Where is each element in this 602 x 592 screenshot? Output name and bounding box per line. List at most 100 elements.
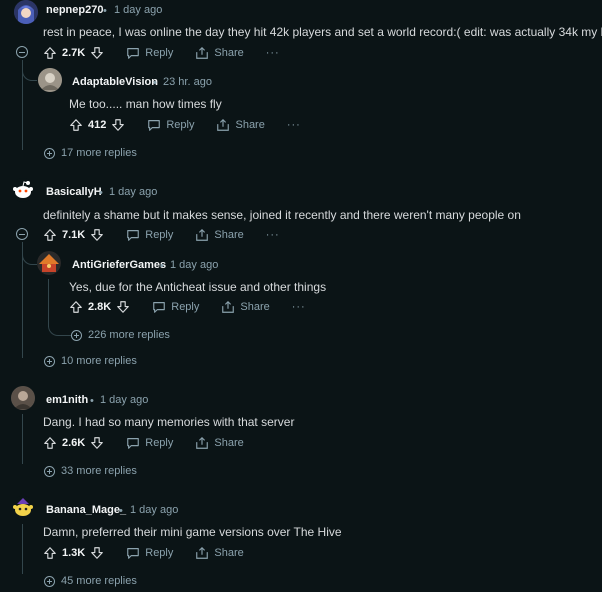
share-label: Share xyxy=(235,119,265,131)
more-options-icon: ··· xyxy=(265,47,280,59)
reply-connector xyxy=(22,242,37,265)
comment-actions: 2.6K Reply Share xyxy=(43,435,244,451)
share-button[interactable]: Share xyxy=(221,300,270,314)
reply-button[interactable]: Reply xyxy=(126,46,173,60)
reply-button[interactable]: Reply xyxy=(152,300,199,314)
comment-text: Dang. I had so many memories with that s… xyxy=(43,415,295,429)
more-replies-link[interactable]: 17 more replies xyxy=(44,147,137,159)
comment-text: Me too..... man how times fly xyxy=(69,97,222,111)
more-options-icon: ··· xyxy=(291,301,306,313)
more-options-button[interactable]: ··· xyxy=(287,119,301,131)
comment-author[interactable]: Banana_Mage_ xyxy=(46,504,126,516)
comment-text: Damn, preferred their mini game versions… xyxy=(43,525,342,539)
more-replies-link[interactable]: 45 more replies xyxy=(44,575,137,587)
vote-group: 2.8K xyxy=(69,300,130,314)
comment-actions: 1.3K Reply Share xyxy=(43,545,244,561)
avatar[interactable] xyxy=(11,496,35,520)
vote-group: 2.7K xyxy=(43,46,104,60)
vote-group: 412 xyxy=(69,118,125,132)
share-button[interactable]: Share xyxy=(195,546,244,560)
avatar[interactable] xyxy=(11,386,35,410)
expand-icon xyxy=(44,575,55,587)
comment-author[interactable]: BasicallyH xyxy=(46,186,102,198)
reply-icon xyxy=(147,118,161,132)
downvote-icon[interactable] xyxy=(90,228,104,242)
separator-dot: • xyxy=(103,5,107,17)
vote-count: 2.6K xyxy=(62,437,86,449)
share-label: Share xyxy=(214,229,244,241)
vote-count: 2.7K xyxy=(62,47,86,59)
share-button[interactable]: Share xyxy=(195,46,244,60)
separator-dot: • xyxy=(119,505,123,517)
downvote-icon[interactable] xyxy=(90,46,104,60)
vote-count: 2.8K xyxy=(88,301,112,313)
comment-timestamp: 1 day ago xyxy=(170,259,219,271)
comment-actions: 2.8K Reply Share ··· xyxy=(69,299,306,315)
collapse-thread-button[interactable] xyxy=(16,46,28,58)
collapse-thread-button[interactable] xyxy=(16,228,28,240)
downvote-icon[interactable] xyxy=(116,300,130,314)
reply-label: Reply xyxy=(145,547,174,559)
more-replies-label: 226 more replies xyxy=(88,329,170,341)
more-replies-label: 17 more replies xyxy=(61,147,137,159)
share-icon xyxy=(195,228,209,242)
upvote-icon[interactable] xyxy=(43,46,57,60)
vote-count: 412 xyxy=(88,119,107,131)
more-replies-link[interactable]: 10 more replies xyxy=(44,355,137,367)
upvote-icon[interactable] xyxy=(43,546,57,560)
comment-text: rest in peace, I was online the day they… xyxy=(43,25,602,39)
comment-author[interactable]: AntiGrieferGames xyxy=(72,259,166,271)
more-replies-link[interactable]: 33 more replies xyxy=(44,465,137,477)
comment-author[interactable]: nepnep270 xyxy=(46,4,103,16)
more-replies-label: 10 more replies xyxy=(61,355,137,367)
share-icon xyxy=(221,300,235,314)
more-replies-label: 33 more replies xyxy=(61,465,137,477)
comment-timestamp: 1 day ago xyxy=(109,186,158,198)
reply-button[interactable]: Reply xyxy=(126,436,173,450)
reply-button[interactable]: Reply xyxy=(147,118,194,132)
avatar[interactable] xyxy=(37,251,61,275)
avatar[interactable] xyxy=(11,178,35,202)
comment-actions: 2.7K Reply Share ··· xyxy=(43,45,280,61)
avatar[interactable] xyxy=(14,0,38,24)
upvote-icon[interactable] xyxy=(69,118,83,132)
share-button[interactable]: Share xyxy=(216,118,265,132)
expand-icon xyxy=(44,465,55,477)
comment-author[interactable]: em1nith xyxy=(46,394,88,406)
upvote-icon[interactable] xyxy=(69,300,83,314)
more-options-icon: ··· xyxy=(265,229,280,241)
share-icon xyxy=(195,436,209,450)
comment-timestamp: 1 day ago xyxy=(130,504,179,516)
reply-icon xyxy=(126,546,140,560)
reply-connector xyxy=(22,60,37,81)
comment-author[interactable]: AdaptableVision xyxy=(72,76,158,88)
share-label: Share xyxy=(214,547,244,559)
reply-button[interactable]: Reply xyxy=(126,546,173,560)
more-replies-label: 45 more replies xyxy=(61,575,137,587)
comment-actions: 412 Reply Share ··· xyxy=(69,117,301,133)
upvote-icon[interactable] xyxy=(43,228,57,242)
more-options-button[interactable]: ··· xyxy=(266,229,280,241)
downvote-icon[interactable] xyxy=(90,436,104,450)
downvote-icon[interactable] xyxy=(90,546,104,560)
vote-group: 7.1K xyxy=(43,228,104,242)
more-options-button[interactable]: ··· xyxy=(266,47,280,59)
comment-text: Yes, due for the Anticheat issue and oth… xyxy=(69,280,327,294)
share-label: Share xyxy=(214,437,244,449)
share-button[interactable]: Share xyxy=(195,228,244,242)
comment-timestamp: 23 hr. ago xyxy=(163,76,212,88)
avatar[interactable] xyxy=(38,68,62,92)
thread-line xyxy=(22,414,23,464)
share-icon xyxy=(195,46,209,60)
vote-group: 1.3K xyxy=(43,546,104,560)
reply-label: Reply xyxy=(145,437,174,449)
share-button[interactable]: Share xyxy=(195,436,244,450)
downvote-icon[interactable] xyxy=(111,118,125,132)
vote-count: 1.3K xyxy=(62,547,86,559)
expand-icon xyxy=(71,329,82,341)
more-replies-link[interactable]: 226 more replies xyxy=(71,329,170,341)
upvote-icon[interactable] xyxy=(43,436,57,450)
more-options-button[interactable]: ··· xyxy=(292,301,306,313)
reply-icon xyxy=(126,228,140,242)
reply-button[interactable]: Reply xyxy=(126,228,173,242)
